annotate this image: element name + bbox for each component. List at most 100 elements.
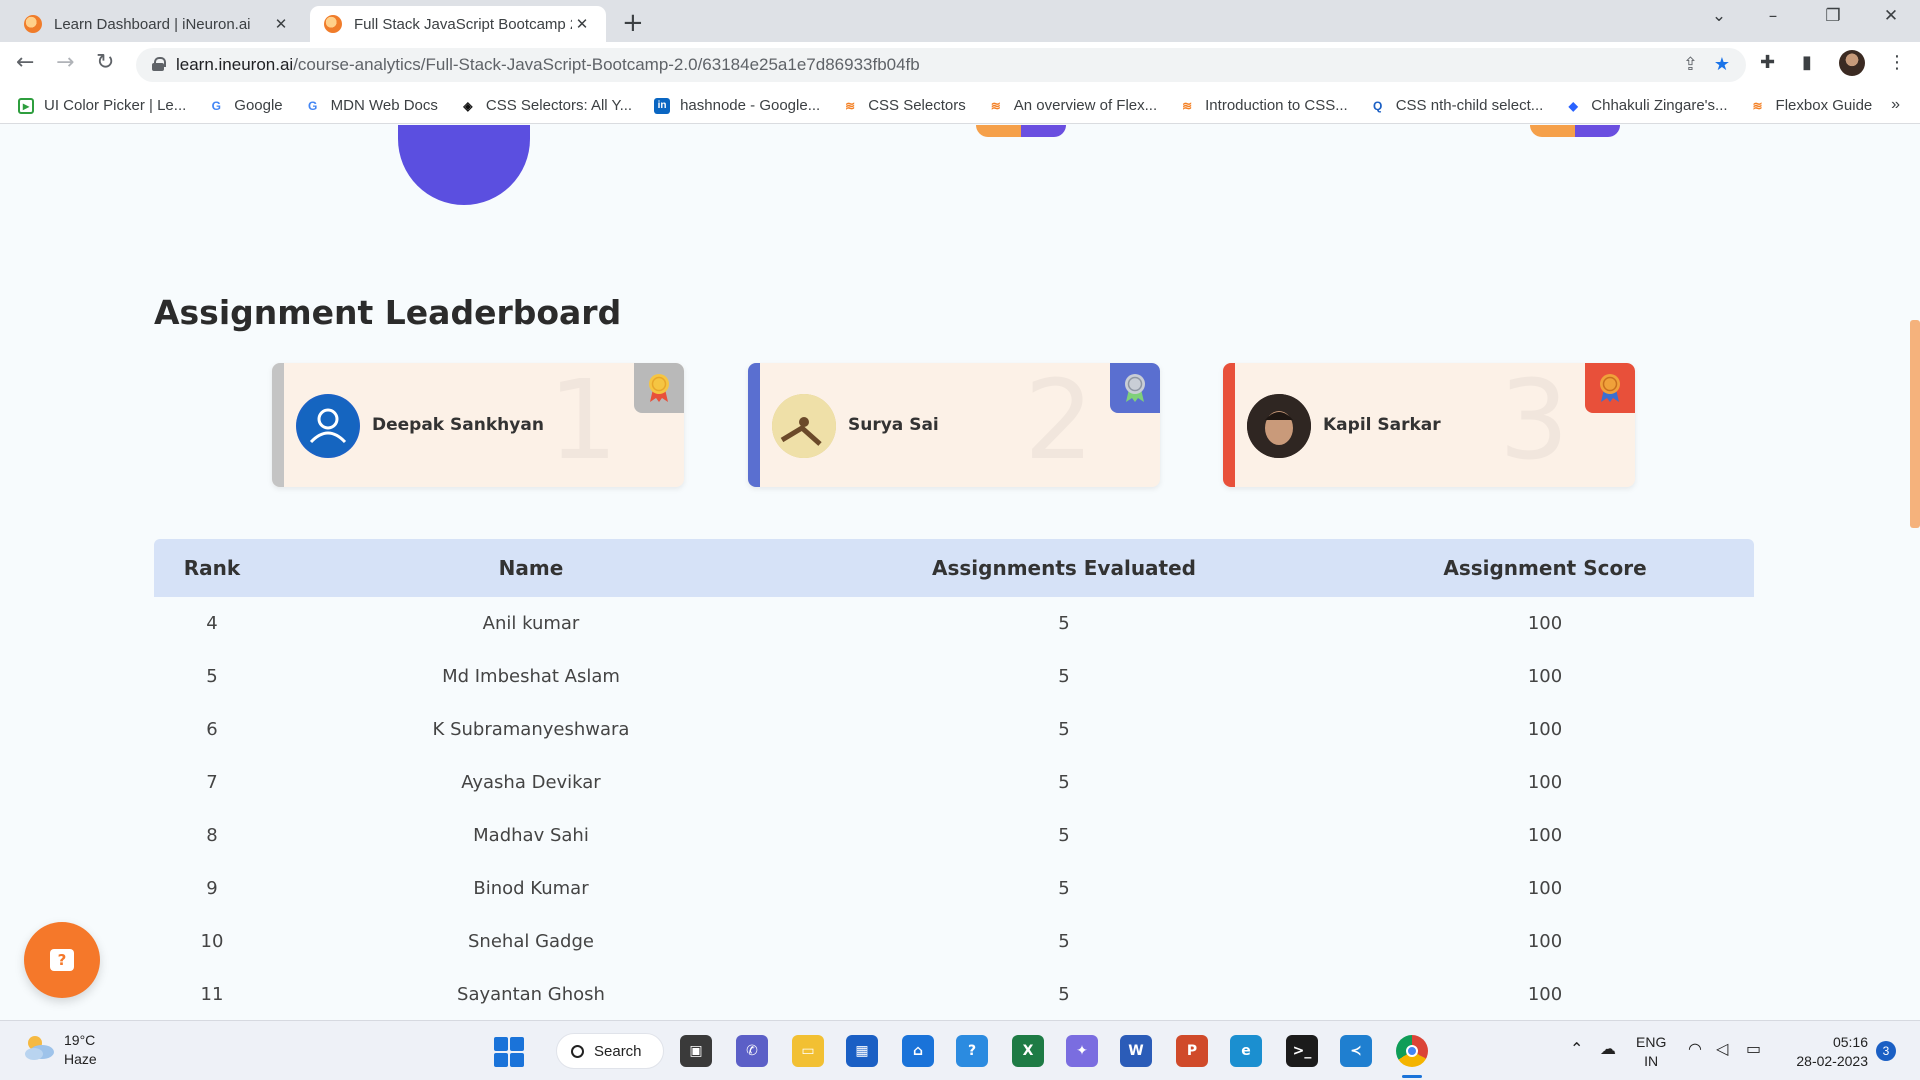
bookmark-item[interactable]: G MDN Web Docs (305, 97, 438, 114)
taskbar-clock[interactable]: 05:16 28-02-2023 (1786, 1033, 1868, 1071)
word-icon[interactable]: W (1120, 1035, 1152, 1067)
close-icon[interactable]: ✕ (572, 15, 592, 33)
table-header: Rank Name Assignments Evaluated Assignme… (154, 539, 1754, 597)
back-arrow-icon[interactable]: ← (16, 50, 34, 75)
tab-bootcamp[interactable]: Full Stack JavaScript Bootcamp 2 ✕ (310, 6, 606, 42)
forward-arrow-icon[interactable]: → (56, 50, 74, 75)
leaderboard-card-rank-2[interactable]: Surya Sai 2 (748, 363, 1160, 487)
medal-badge (1585, 363, 1635, 413)
table-row: 8 Madhav Sahi 5 100 (154, 809, 1754, 862)
bookmark-label: Chhakuli Zingare's... (1591, 97, 1728, 114)
bookmarks-overflow-icon[interactable]: » (1891, 96, 1900, 114)
leaderboard-card-rank-1[interactable]: Deepak Sankhyan 1 (272, 363, 684, 487)
taskbar-search[interactable]: Search (556, 1033, 664, 1069)
bookmark-item[interactable]: Q CSS nth-child select... (1370, 97, 1543, 114)
scrollbar-track[interactable] (1910, 125, 1920, 1020)
minimize-icon[interactable]: – (1750, 6, 1796, 26)
share-icon[interactable]: ⇪ (1683, 54, 1698, 75)
leaderboard-table: Rank Name Assignments Evaluated Assignme… (154, 539, 1754, 1020)
search-q-icon: Q (1373, 98, 1383, 113)
tray-chevron-up-icon[interactable]: ⌃ (1570, 1039, 1583, 1058)
chart-donut-fragment (398, 125, 530, 205)
close-icon[interactable]: ✕ (271, 15, 291, 33)
file-explorer-icon[interactable]: ▭ (792, 1035, 824, 1067)
hashnode-icon: ◆ (1568, 98, 1578, 113)
teams-chat-icon[interactable]: ✆ (736, 1035, 768, 1067)
bookmark-label: Google (234, 97, 283, 114)
weather-widget[interactable]: 19°C Haze (64, 1031, 97, 1069)
google-icon: G (307, 98, 318, 113)
cell-name: K Subramanyeshwara (432, 719, 630, 740)
bookmark-item[interactable]: ≋ Flexbox Guide (1750, 97, 1873, 114)
side-panel-icon[interactable]: ▮ (1802, 52, 1812, 73)
bookmark-label: CSS Selectors (868, 97, 966, 114)
cell-score: 100 (1527, 719, 1563, 740)
restore-icon[interactable]: ❐ (1810, 6, 1856, 26)
store-icon[interactable]: ▦ (846, 1035, 878, 1067)
column-header-evaluated: Assignments Evaluated (932, 556, 1196, 580)
url-path: /course-analytics/Full-Stack-JavaScript-… (293, 55, 920, 74)
chrome-icon[interactable] (1396, 1035, 1428, 1067)
terminal-icon[interactable]: >_ (1286, 1035, 1318, 1067)
cell-evaluated: 5 (1058, 825, 1070, 846)
page-content: Assignment Leaderboard Deepak Sankhyan 1 (0, 125, 1920, 1020)
bookmark-item[interactable]: in hashnode - Google... (654, 97, 820, 114)
clock-date: 28-02-2023 (1796, 1053, 1868, 1069)
help-icon: ? (50, 949, 74, 971)
wifi-icon[interactable]: ◠ (1688, 1039, 1702, 1058)
bookmark-item[interactable]: ≋ CSS Selectors (842, 97, 966, 114)
notification-badge[interactable]: 3 (1876, 1041, 1896, 1061)
bookmark-item[interactable]: ≋ An overview of Flex... (988, 97, 1157, 114)
cell-name: Binod Kumar (473, 878, 589, 899)
cell-rank: 11 (200, 984, 224, 1005)
url-omnibox[interactable]: learn.ineuron.ai/course-analytics/Full-S… (136, 48, 1746, 82)
battery-icon[interactable]: ▭ (1746, 1039, 1761, 1058)
cell-name: Md Imbeshat Aslam (442, 666, 620, 687)
bookmark-item[interactable]: ≋ Introduction to CSS... (1179, 97, 1348, 114)
get-help-icon[interactable]: ? (956, 1035, 988, 1067)
bookmark-star-icon[interactable]: ★ (1714, 54, 1730, 75)
kebab-menu-icon[interactable]: ⋮ (1888, 52, 1906, 73)
task-view-icon[interactable]: ▣ (680, 1035, 712, 1067)
edge-icon[interactable]: e (1230, 1035, 1262, 1067)
browser-tab-bar: Learn Dashboard | iNeuron.ai ✕ Full Stac… (0, 0, 1920, 42)
tab-learn-dashboard[interactable]: Learn Dashboard | iNeuron.ai ✕ (10, 6, 305, 42)
app-icon[interactable]: ⌂ (902, 1035, 934, 1067)
profile-avatar[interactable] (1839, 50, 1865, 76)
onedrive-cloud-icon[interactable]: ☁ (1600, 1039, 1616, 1058)
volume-icon[interactable]: ◁ (1716, 1039, 1728, 1058)
bookmark-item[interactable]: ▸ UI Color Picker | Le... (18, 97, 186, 114)
powerpoint-icon[interactable]: P (1176, 1035, 1208, 1067)
reload-icon[interactable]: ↻ (96, 50, 114, 75)
new-tab-plus-icon[interactable]: + (622, 8, 644, 38)
extensions-puzzle-icon[interactable]: ✚ (1760, 52, 1775, 73)
copilot-icon[interactable]: ✦ (1066, 1035, 1098, 1067)
excel-icon[interactable]: X (1012, 1035, 1044, 1067)
stack-icon: ≋ (990, 98, 1001, 113)
window-close-icon[interactable]: ✕ (1868, 6, 1914, 26)
bookmarks-bar: ▸ UI Color Picker | Le... G Google G MDN We… (0, 88, 1920, 124)
bookmark-label: hashnode - Google... (680, 97, 821, 114)
bookmark-item[interactable]: ◈ CSS Selectors: All Y... (460, 97, 632, 114)
table-row: 6 K Subramanyeshwara 5 100 (154, 703, 1754, 756)
cell-score: 100 (1527, 984, 1563, 1005)
cell-evaluated: 5 (1058, 931, 1070, 952)
tab-search-chevron-icon[interactable]: ⌄ (1696, 6, 1742, 26)
vscode-icon[interactable]: ≺ (1340, 1035, 1372, 1067)
stack-icon: ≋ (1182, 98, 1193, 113)
scrollbar-thumb[interactable] (1910, 320, 1920, 528)
leaderboard-card-rank-3[interactable]: Kapil Sarkar 3 (1223, 363, 1635, 487)
language-indicator[interactable]: ENG IN (1636, 1033, 1666, 1071)
bookmark-item[interactable]: G Google (208, 97, 283, 114)
cell-rank: 7 (206, 772, 218, 793)
user-icon (298, 396, 358, 456)
medal-badge (634, 363, 684, 413)
bookmark-item[interactable]: ◆ Chhakuli Zingare's... (1565, 97, 1728, 114)
rank-stripe (272, 363, 284, 487)
cell-evaluated: 5 (1058, 613, 1070, 634)
windows-start-icon[interactable] (494, 1037, 524, 1067)
linkedin-icon: in (654, 97, 671, 114)
weather-haze-icon[interactable] (22, 1033, 56, 1063)
weather-temp: 19°C (64, 1032, 96, 1048)
help-chat-button[interactable]: ? (24, 922, 100, 998)
